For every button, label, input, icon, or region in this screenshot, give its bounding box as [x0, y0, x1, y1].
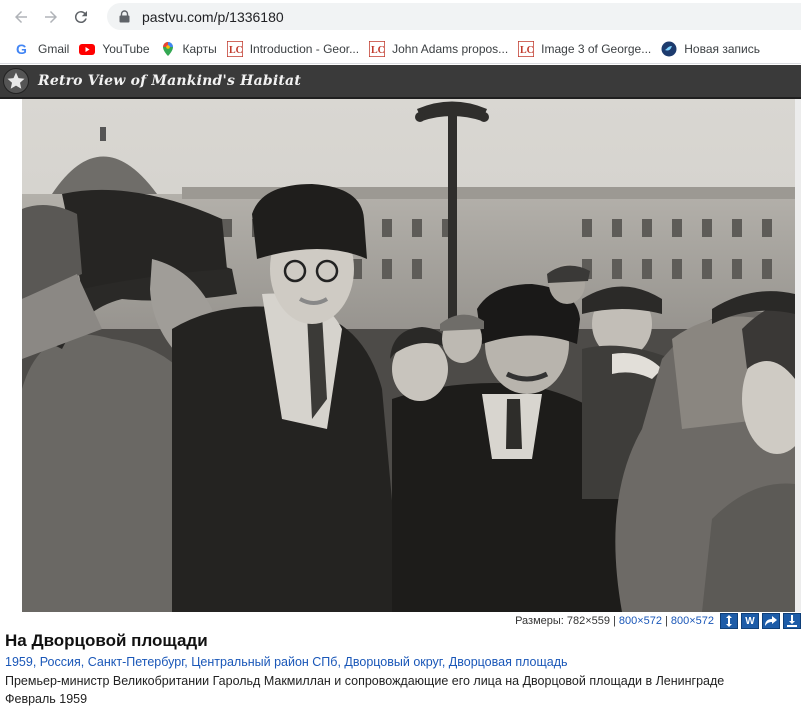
svg-text:LC: LC	[229, 45, 243, 56]
svg-text:LC: LC	[371, 45, 385, 56]
svg-text:LC: LC	[520, 45, 534, 56]
loc-icon: LC	[369, 40, 386, 57]
forward-button[interactable]	[36, 2, 66, 32]
share-button[interactable]	[762, 613, 780, 629]
wiki-button[interactable]: W	[741, 613, 759, 629]
site-header: Retro View of Mankind's Habitat	[0, 65, 801, 99]
wiki-w-label: W	[745, 615, 755, 627]
download-button[interactable]	[783, 613, 801, 629]
size-toolbar: Размеры: 782×559 | 800×572 | 800×572 W	[515, 612, 801, 630]
photo-date: Февраль 1959	[5, 692, 88, 706]
lock-icon	[119, 10, 130, 23]
bookmark-john-adams[interactable]: LC John Adams propos...	[364, 37, 513, 61]
bookmark-image-3[interactable]: LC Image 3 of George...	[513, 37, 656, 61]
bookmark-label: Карты	[182, 41, 217, 56]
size-current: 782×559	[566, 615, 610, 627]
photo-caption: На Дворцовой площади 1959, Россия, Санкт…	[5, 630, 795, 708]
bookmark-label: Image 3 of George...	[541, 41, 652, 56]
download-icon	[787, 615, 797, 627]
forward-arrow-icon	[45, 11, 57, 23]
breadcrumb-district[interactable]: Центральный район СПб	[191, 655, 337, 669]
bookmark-maps[interactable]: Карты	[155, 37, 222, 61]
bookmark-label: Gmail	[38, 41, 70, 56]
breadcrumb-year[interactable]: 1959	[5, 655, 33, 669]
expand-vertical-icon	[726, 615, 732, 627]
photo-image	[22, 99, 795, 612]
bookmark-label: John Adams propos...	[392, 41, 509, 56]
svg-text:G: G	[16, 41, 27, 57]
separator: |	[613, 615, 616, 627]
loc-icon: LC	[226, 40, 243, 57]
size-link-2[interactable]: 800×572	[671, 615, 714, 627]
loc-icon: LC	[518, 40, 535, 57]
breadcrumb-square[interactable]: Дворцовая площадь	[449, 655, 568, 669]
url-text: pastvu.com/p/1336180	[142, 8, 284, 25]
bookmark-label: Introduction - Geor...	[249, 41, 360, 56]
historic-photo[interactable]	[22, 99, 795, 612]
breadcrumb-country[interactable]: Россия	[40, 655, 81, 669]
reload-button[interactable]	[66, 2, 96, 32]
photo-title: На Дворцовой площади	[5, 631, 208, 650]
bookmarks-bar: G Gmail YouTube Карты LC Introduction - …	[0, 34, 801, 64]
bookmark-new-post[interactable]: Новая запись	[656, 37, 765, 61]
google-icon: G	[15, 41, 31, 57]
fullscreen-button[interactable]	[720, 613, 738, 629]
share-arrow-icon	[765, 616, 777, 626]
sizes-label: Размеры:	[515, 615, 564, 627]
bookmark-gmail[interactable]: G Gmail	[10, 37, 74, 61]
reload-icon	[74, 11, 87, 24]
separator: |	[665, 615, 668, 627]
maps-pin-icon	[160, 41, 176, 57]
back-arrow-icon	[15, 11, 27, 23]
address-bar[interactable]: pastvu.com/p/1336180	[107, 3, 801, 30]
breadcrumb-municipal[interactable]: Дворцовый округ	[344, 655, 441, 669]
photo-description: Премьер-министр Великобритании Гарольд М…	[5, 674, 725, 688]
site-title[interactable]: Retro View of Mankind's Habitat	[38, 73, 301, 89]
page-scroll-edge	[795, 99, 801, 612]
breadcrumb-city[interactable]: Санкт-Петербург	[88, 655, 185, 669]
bird-icon	[661, 41, 677, 57]
bookmark-introduction[interactable]: LC Introduction - Geor...	[222, 37, 364, 61]
back-button[interactable]	[6, 2, 36, 32]
youtube-icon	[79, 41, 96, 57]
bookmark-youtube[interactable]: YouTube	[74, 37, 154, 61]
browser-toolbar: pastvu.com/p/1336180	[0, 0, 801, 34]
bookmark-label: YouTube	[102, 41, 150, 56]
breadcrumb: 1959, Россия, Санкт-Петербург, Центральн…	[5, 655, 568, 669]
star-logo-icon[interactable]	[3, 68, 29, 94]
size-link-1[interactable]: 800×572	[619, 615, 662, 627]
bookmark-label: Новая запись	[684, 41, 760, 56]
